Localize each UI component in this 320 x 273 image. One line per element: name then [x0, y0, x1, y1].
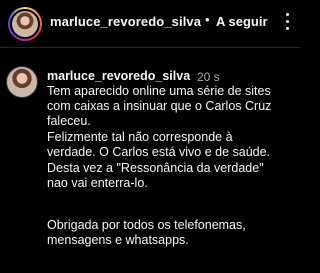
caption-line: Felizmente tal não corresponde à [47, 130, 233, 144]
caption-line: com caixas a insinuar que o Carlos Cruz [47, 99, 272, 113]
more-options-icon[interactable] [279, 10, 297, 34]
caption-line: Obrigada por todos os telefonemas, [47, 218, 246, 232]
caption-line: verdade. O Carlos está vivo e de saúde. [47, 145, 271, 159]
separator-dot: • [205, 12, 210, 27]
following-button[interactable]: A seguir [216, 14, 268, 29]
profile-avatar-story-ring[interactable] [8, 7, 42, 41]
post-timestamp: 20 s [197, 70, 220, 84]
caption-line: mensagens e whatsapps. [47, 233, 189, 247]
caption-line: Tem aparecido online uma série de sites [47, 84, 271, 98]
caption-line: faleceu. [47, 114, 91, 128]
caption-line: Desta vez a "Ressonância da verdade" [47, 161, 264, 175]
avatar [10, 9, 40, 39]
post-header: marluce_revoredo_silva • A seguir [0, 0, 300, 48]
header-username[interactable]: marluce_revoredo_silva [50, 14, 201, 29]
caption-username[interactable]: marluce_revoredo_silva [47, 69, 190, 83]
caption-line: nao vai enterra-lo. [47, 176, 148, 190]
caption-avatar[interactable] [6, 66, 38, 98]
